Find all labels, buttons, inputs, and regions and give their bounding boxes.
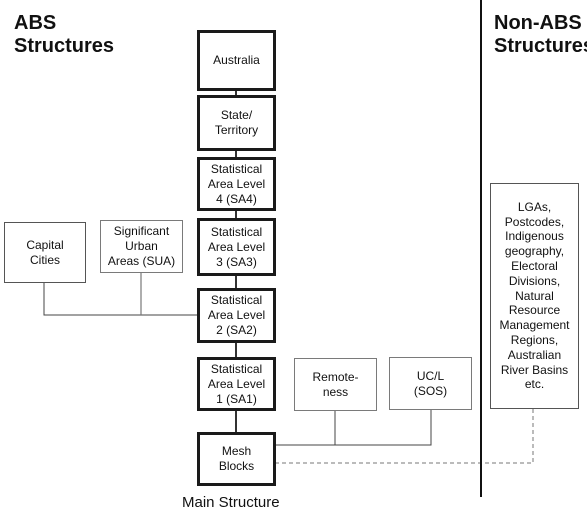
- box-mesh-blocks: Mesh Blocks: [197, 432, 276, 486]
- abs-structures-heading: ABS Structures: [14, 12, 115, 57]
- box-non-abs-structures: LGAs, Postcodes, Indigenous geography, E…: [490, 183, 579, 409]
- main-structure-caption: Main Structure: [182, 494, 280, 511]
- non-abs-structures-heading: Non-ABS Structures: [494, 12, 587, 57]
- non-abs-dashed-link: [275, 409, 534, 464]
- box-australia: Australia: [197, 30, 276, 91]
- box-sa4: Statistical Area Level 4 (SA4): [197, 157, 276, 211]
- box-remoteness: Remote- ness: [294, 358, 377, 411]
- box-ucl-sos: UC/L (SOS): [389, 357, 472, 410]
- box-sa1: Statistical Area Level 1 (SA1): [197, 357, 276, 411]
- sa2-side-connector: [43, 282, 197, 316]
- box-sa2: Statistical Area Level 2 (SA2): [197, 288, 276, 343]
- box-significant-urban-areas: Significant Urban Areas (SUA): [100, 220, 183, 273]
- box-sa3: Statistical Area Level 3 (SA3): [197, 218, 276, 276]
- box-state-territory: State/ Territory: [197, 95, 276, 151]
- box-capital-cities: Capital Cities: [4, 222, 86, 283]
- mesh-side-connector: [275, 409, 432, 446]
